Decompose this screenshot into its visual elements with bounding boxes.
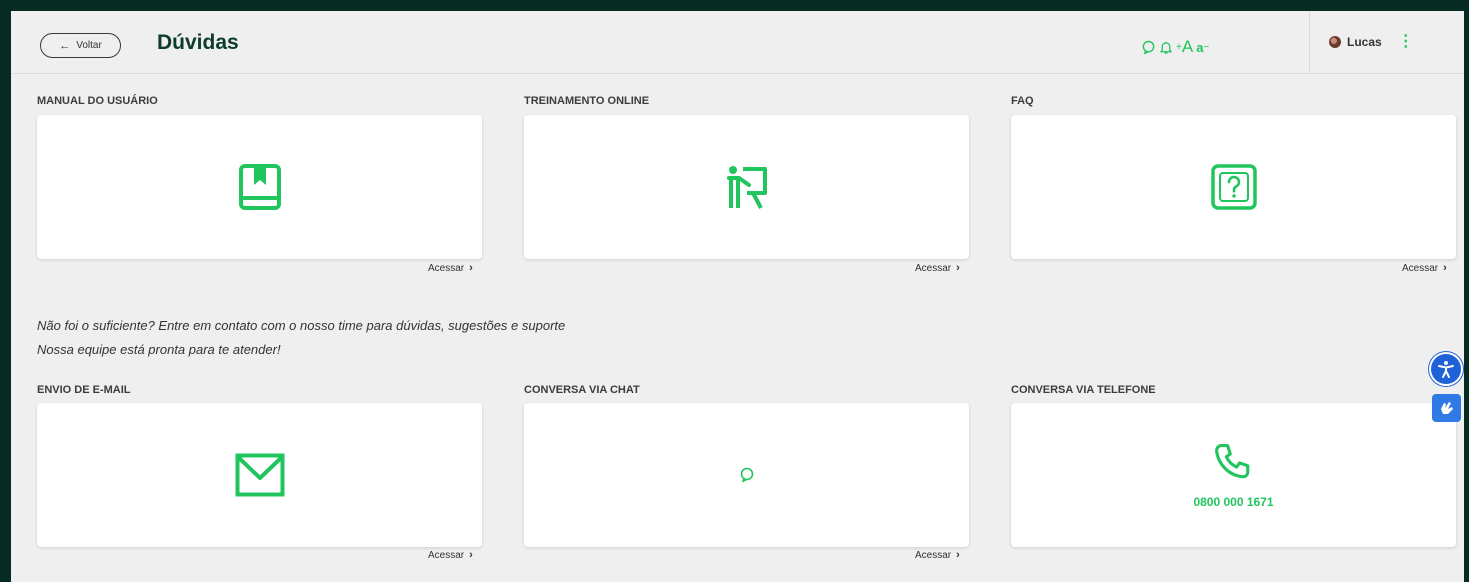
bell-icon[interactable] xyxy=(1159,40,1173,55)
question-box-icon xyxy=(1210,164,1257,210)
section-title-email: ENVIO DE E-MAIL xyxy=(37,384,131,396)
back-button-label: Voltar xyxy=(76,40,102,51)
faq-access-link[interactable]: Acessar › xyxy=(1402,262,1447,274)
card-manual[interactable] xyxy=(37,115,482,259)
card-chat[interactable] xyxy=(524,403,969,547)
chat-bubble-icon xyxy=(740,467,753,483)
mail-icon xyxy=(235,453,284,497)
hands-icon xyxy=(1440,402,1453,414)
section-title-faq: FAQ xyxy=(1011,95,1034,107)
phone-icon xyxy=(1214,444,1249,479)
section-title-manual: MANUAL DO USUÁRIO xyxy=(37,95,158,107)
chevron-right-icon: › xyxy=(956,262,960,274)
faq-access-label: Acessar xyxy=(1402,262,1439,274)
increase-font-label: A xyxy=(1181,37,1194,56)
header-tools: + A a − xyxy=(1141,36,1209,58)
back-button[interactable]: ← Voltar xyxy=(40,33,121,58)
chat-access-label: Acessar xyxy=(915,549,952,561)
manual-access-link[interactable]: Acessar › xyxy=(428,262,473,274)
user-menu[interactable]: Lucas ⋮ xyxy=(1329,34,1414,50)
user-divider xyxy=(1309,11,1310,73)
chevron-right-icon: › xyxy=(1443,262,1447,274)
chevron-right-icon: › xyxy=(469,549,473,561)
chat-icon[interactable] xyxy=(1141,40,1156,55)
chevron-right-icon: › xyxy=(469,262,473,274)
card-treinamento[interactable] xyxy=(524,115,969,259)
section-title-telefone: CONVERSA VIA TELEFONE xyxy=(1011,384,1156,396)
book-icon xyxy=(238,164,281,210)
treinamento-access-label: Acessar xyxy=(915,262,952,274)
card-faq[interactable] xyxy=(1011,115,1456,259)
teacher-board-icon xyxy=(726,166,767,209)
chevron-right-icon: › xyxy=(956,549,960,561)
kebab-menu-icon[interactable]: ⋮ xyxy=(1398,34,1414,50)
avatar xyxy=(1329,36,1341,48)
manual-access-label: Acessar xyxy=(428,262,465,274)
minus-icon: − xyxy=(1203,41,1210,53)
decrease-font-button[interactable]: a − xyxy=(1196,40,1209,55)
phone-number[interactable]: 0800 000 1671 xyxy=(1193,495,1273,509)
decrease-font-label: a xyxy=(1196,39,1204,55)
page-header: ← Voltar Dúvidas + A a − Lucas ⋮ xyxy=(11,11,1464,74)
card-telefone[interactable]: 0800 000 1671 xyxy=(1011,403,1456,547)
arrow-left-icon: ← xyxy=(59,39,71,52)
accessibility-button[interactable] xyxy=(1431,354,1461,384)
sign-language-button[interactable] xyxy=(1432,394,1461,422)
page-title: Dúvidas xyxy=(157,31,239,54)
email-access-link[interactable]: Acessar › xyxy=(428,549,473,561)
treinamento-access-link[interactable]: Acessar › xyxy=(915,262,960,274)
section-title-treinamento: TREINAMENTO ONLINE xyxy=(524,95,650,107)
app-window: ← Voltar Dúvidas + A a − Lucas ⋮ MANUAL DO xyxy=(11,11,1464,582)
contact-message-line-1: Não foi o suficiente? Entre em contato c… xyxy=(37,318,566,333)
increase-font-button[interactable]: + A xyxy=(1176,37,1193,57)
section-title-chat: CONVERSA VIA CHAT xyxy=(524,384,640,396)
chat-access-link[interactable]: Acessar › xyxy=(915,549,960,561)
card-email[interactable] xyxy=(37,403,482,547)
user-name: Lucas xyxy=(1347,35,1382,49)
email-access-label: Acessar xyxy=(428,549,465,561)
accessibility-icon xyxy=(1438,361,1454,378)
contact-message-line-2: Nossa equipe está pronta para te atender… xyxy=(37,342,281,357)
